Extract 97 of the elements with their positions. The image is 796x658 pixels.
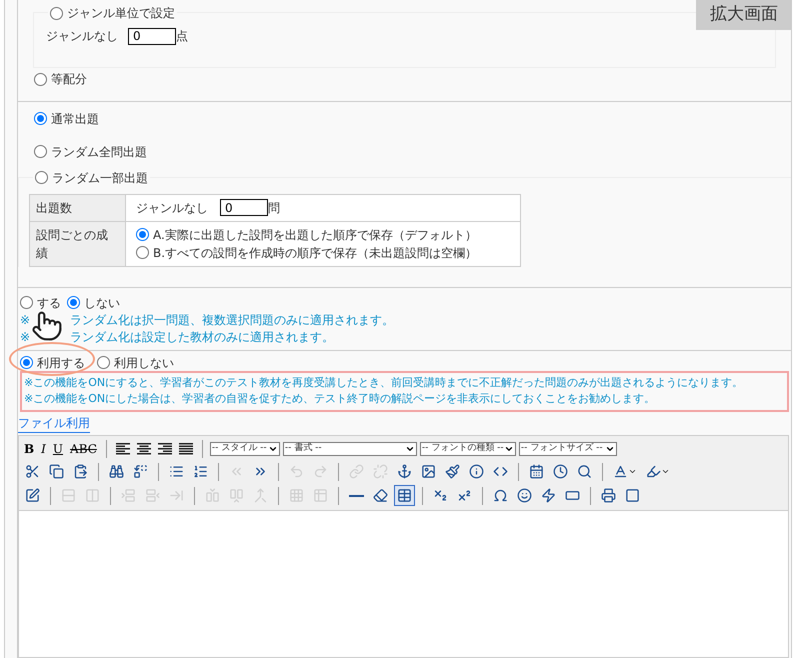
clock-icon [553,464,568,479]
preview-icon [577,464,592,479]
edit-icon [25,488,40,503]
file-link[interactable]: ファイル利用 [18,414,90,432]
table-header-cell: 出題数 [30,194,126,221]
genre-label: ジャンルなし [136,200,208,216]
radio-button[interactable] [34,145,47,158]
text-color-icon [613,464,628,479]
insert-column-icon [229,488,244,503]
dropdown[interactable]: -- フォントサイズ -- [518,442,617,456]
highlighter-icon [646,464,661,479]
number-field[interactable]: 0 [220,199,268,216]
insert-row-icon [145,488,160,503]
radio-button[interactable] [67,296,80,309]
insert-column-icon [205,488,220,503]
undo-icon [289,464,304,479]
image-icon [421,464,436,479]
radio-button[interactable] [97,356,110,369]
align-center-icon[interactable] [136,442,151,454]
format-button[interactable]: U [50,440,66,458]
radio-button[interactable] [34,112,47,125]
note-text: ※この機能をONにした場合は、学習者の自習を促すため、テスト終了時の解説ページを非表示にしておくことをお勧めします。 [24,391,656,407]
flash-icon [541,488,556,503]
superscript-icon [457,488,472,503]
square-icon [625,488,640,503]
eraser-icon [373,488,388,503]
smiley-icon [517,488,532,503]
format-button[interactable]: ABC [68,440,99,458]
caret-icon [628,467,637,476]
note-text: ※この機能をONにすると、学習者がこのテスト教材を再度受講したとき、前回受講時までに不正解だった問題のみが出題されるようになります。 [24,374,744,390]
align-left-icon[interactable] [116,442,130,454]
omega-icon [493,488,508,503]
format-button[interactable]: I [39,440,48,458]
option-label: しない [84,294,120,312]
option-label: 等配分 [51,71,87,88]
hand-pointer-icon [31,310,63,342]
radio-button[interactable] [50,6,63,20]
option-label: 利用しない [114,354,174,372]
anchor-icon [397,464,412,479]
dropdown[interactable]: -- スタイル -- [210,442,280,456]
genre-label: ジャンルなし [46,28,118,45]
paste-icon [73,464,88,479]
option-label: 通常出題 [51,110,99,128]
dropdown[interactable]: -- フォントの種類 -- [420,442,516,456]
printer-icon [601,488,616,503]
option-label: 利用する [37,354,85,372]
justify-icon[interactable] [178,442,193,454]
align-right-icon[interactable] [158,442,172,454]
zoom-label: 拡大画面 [696,0,792,30]
columns-icon [85,488,100,503]
radio-button[interactable] [136,246,149,259]
option-label: A.実際に出題した設問を出題した順序で保存（デフォルト） [153,226,477,244]
dropdown[interactable]: -- 書式 -- [282,442,417,456]
rows-icon [61,488,76,503]
subscript-icon [433,488,448,503]
radio-button[interactable] [35,171,48,184]
brush-icon [445,464,460,479]
calendar-icon [529,464,544,479]
arrow-icon [169,488,184,503]
radio-button[interactable] [34,72,47,86]
note-text: ランダム化は設定した教材のみに適用されます。 [70,329,334,346]
radio-button[interactable] [20,356,33,369]
note-text: ランダム化は択一問題、複数選択問題のみに適用されます。 [70,312,394,329]
code-icon [493,464,508,479]
option-label: する [37,294,61,312]
format-button[interactable]: B [22,440,36,458]
redo-icon [313,464,328,479]
link-icon [349,464,364,479]
option-label: ランダム全問出題 [51,144,147,160]
option-label: B.すべての設問を作成時の順序で保存（未出題設問は空欄） [153,244,478,262]
unlink-icon [373,464,388,479]
replace-icon [133,464,148,479]
insert-row-icon [121,488,136,503]
help-icon [469,464,484,479]
unit-label: 問 [268,200,280,216]
horizontal-line-icon [349,494,364,496]
bar-icon [565,488,580,503]
table-icon [397,488,412,503]
note-mark: ※ [20,312,30,329]
table-button[interactable] [394,485,415,506]
copy-icon [49,464,64,479]
grid-icon [289,488,304,503]
merge-icon [253,488,268,503]
radio-button[interactable] [20,296,33,309]
table-header-cell: 設問ごとの成績 [30,221,126,266]
radio-button[interactable] [136,228,149,241]
number-field[interactable]: 0 [128,28,176,44]
binoculars-icon [109,464,124,479]
bullet-list-icon [169,464,184,479]
table-icon [313,488,328,503]
option-label: ジャンル単位で設定 [67,5,175,22]
numbered-list-icon [193,464,208,479]
option-label: ランダム一部出題 [52,170,148,186]
caret-icon [661,467,670,476]
unit-label: 点 [176,28,188,45]
note-mark: ※ [20,329,30,346]
scissors-icon [25,464,40,479]
